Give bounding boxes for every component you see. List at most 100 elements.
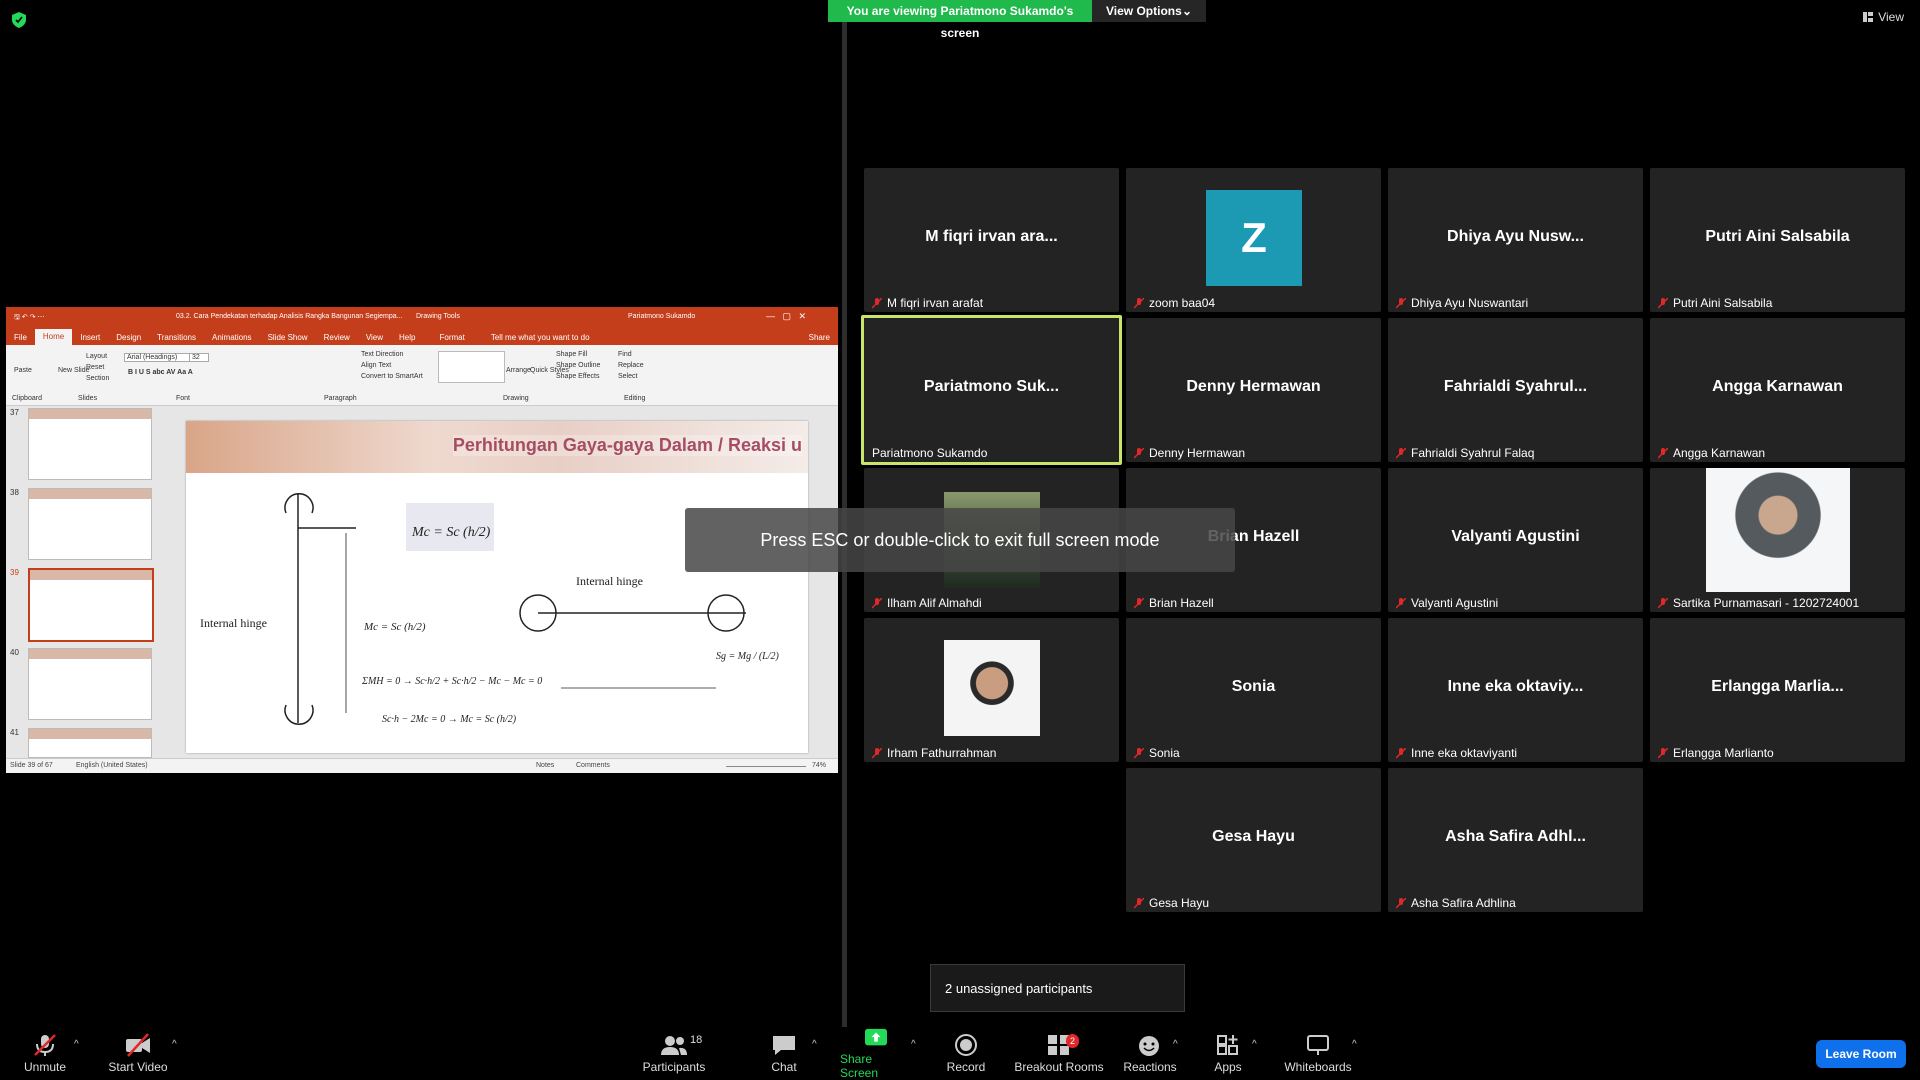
participant-name-label: M fiqri irvan arafat: [872, 296, 983, 310]
layout-button[interactable]: Layout: [86, 353, 107, 360]
participant-tile[interactable]: Inne eka oktaviy... Inne eka oktaviyanti: [1388, 618, 1643, 762]
find-button[interactable]: Find: [618, 351, 632, 358]
font-size-select[interactable]: 32: [189, 353, 209, 362]
participant-display-name: Denny Hermawan: [1186, 378, 1321, 395]
tab-insert[interactable]: Insert: [72, 333, 108, 342]
tab-view[interactable]: View: [358, 333, 391, 342]
whiteboards-button[interactable]: Whiteboards: [1284, 1027, 1352, 1080]
slide-title[interactable]: Perhitungan Gaya-gaya Dalam / Reaksi u: [452, 435, 802, 456]
tab-transitions[interactable]: Transitions: [149, 333, 204, 342]
font-select[interactable]: Arial (Headings): [124, 353, 191, 362]
chevron-up-icon[interactable]: ^: [911, 1039, 916, 1050]
tab-slide-show[interactable]: Slide Show: [260, 333, 316, 342]
tab-home[interactable]: Home: [34, 329, 73, 345]
leave-room-button[interactable]: Leave Room: [1816, 1040, 1906, 1068]
chevron-up-icon[interactable]: ^: [812, 1039, 817, 1050]
text-direction-button[interactable]: Text Direction: [361, 351, 403, 358]
window-controls[interactable]: — ▢ ✕: [766, 311, 806, 322]
participant-tile[interactable]: Putri Aini Salsabila Putri Aini Salsabila: [1650, 168, 1905, 312]
participant-name: zoom baa04: [1149, 296, 1216, 310]
unassigned-participants-popup[interactable]: 2 unassigned participants: [930, 964, 1185, 1012]
notes-button[interactable]: Notes: [536, 762, 554, 769]
tab-review[interactable]: Review: [316, 333, 358, 342]
zoom-slider[interactable]: [726, 766, 806, 767]
shape-fill-button[interactable]: Shape Fill: [556, 351, 587, 358]
mic-muted-icon: [1134, 447, 1144, 459]
tell-me-box[interactable]: Tell me what you want to do: [483, 333, 598, 342]
ppt-ribbon: Paste New Slide Layout Reset Section Ari…: [6, 345, 838, 406]
reactions-button[interactable]: Reactions: [1123, 1027, 1177, 1080]
participant-tile[interactable]: Angga Karnawan Angga Karnawan: [1650, 318, 1905, 462]
participant-tile[interactable]: M fiqri irvan ara... M fiqri irvan arafat: [864, 168, 1119, 312]
reset-button[interactable]: Reset: [86, 364, 104, 371]
tab-design[interactable]: Design: [108, 333, 149, 342]
shield-icon[interactable]: [12, 12, 26, 28]
slide-thumbnail[interactable]: [28, 728, 152, 758]
tab-file[interactable]: File: [6, 333, 35, 342]
format-buttons[interactable]: B I U S abc AV Aa A: [128, 369, 193, 376]
arrange-button[interactable]: Arrange: [506, 367, 531, 374]
participant-tile[interactable]: Zzoom baa04: [1126, 168, 1381, 312]
start-video-button[interactable]: Start Video: [106, 1027, 170, 1080]
shapes-gallery[interactable]: [438, 351, 505, 383]
participant-tile[interactable]: Irham Fathurrahman: [864, 618, 1119, 762]
chevron-up-icon[interactable]: ^: [1252, 1039, 1257, 1050]
apps-icon: [1217, 1035, 1238, 1055]
group-paragraph: Paragraph: [324, 395, 357, 402]
breakout-rooms-button[interactable]: Breakout Rooms: [1014, 1027, 1104, 1080]
participant-tile[interactable]: Sonia Sonia: [1126, 618, 1381, 762]
chevron-up-icon[interactable]: ^: [74, 1039, 79, 1050]
participant-tile[interactable]: Denny Hermawan Denny Hermawan: [1126, 318, 1381, 462]
view-options-button[interactable]: View Options ⌄: [1092, 0, 1206, 22]
chevron-up-icon[interactable]: ^: [1173, 1039, 1178, 1050]
shape-outline-button[interactable]: Shape Outline: [556, 362, 600, 369]
shape-effects-button[interactable]: Shape Effects: [556, 373, 599, 380]
align-text-button[interactable]: Align Text: [361, 362, 391, 369]
paste-button[interactable]: Paste: [14, 367, 32, 374]
slide-thumbnail[interactable]: [28, 648, 152, 720]
share-button[interactable]: Share: [801, 333, 838, 342]
whiteboard-icon: [1307, 1035, 1329, 1055]
chevron-up-icon[interactable]: ^: [172, 1039, 177, 1050]
tab-help[interactable]: Help: [391, 333, 423, 342]
participant-tile[interactable]: Dhiya Ayu Nusw... Dhiya Ayu Nuswantari: [1388, 168, 1643, 312]
apps-button[interactable]: Apps: [1210, 1027, 1246, 1080]
record-button[interactable]: Record: [944, 1027, 988, 1080]
tab-animations[interactable]: Animations: [204, 333, 260, 342]
participant-tile[interactable]: Valyanti Agustini Valyanti Agustini: [1388, 468, 1643, 612]
unmute-button[interactable]: Unmute: [20, 1027, 70, 1080]
zoom-level[interactable]: 74%: [812, 762, 826, 769]
participant-name: Angga Karnawan: [1673, 446, 1766, 460]
slide-number: 41: [10, 728, 19, 737]
participant-tile[interactable]: Fahrialdi Syahrul... Fahrialdi Syahrul Fa…: [1388, 318, 1643, 462]
participant-name: Pariatmono Sukamdo: [872, 446, 988, 460]
equation-3: ΣMH = 0 → Sc·h/2 + Sc·h/2 − Mc − Mc = 0: [362, 676, 543, 687]
view-button[interactable]: View: [1863, 10, 1904, 24]
section-button[interactable]: Section: [86, 375, 109, 382]
new-slide-button[interactable]: New Slide: [58, 367, 90, 374]
slide-canvas[interactable]: Perhitungan Gaya-gaya Dalam / Reaksi u M…: [186, 421, 808, 753]
chevron-up-icon[interactable]: ^: [1352, 1039, 1357, 1050]
tab-format[interactable]: Format: [431, 333, 472, 342]
replace-button[interactable]: Replace: [618, 362, 644, 369]
participant-tile[interactable]: Asha Safira Adhl... Asha Safira Adhlina: [1388, 768, 1643, 912]
language-indicator[interactable]: English (United States): [76, 762, 148, 769]
slide-thumbnail[interactable]: [28, 408, 152, 480]
slide-thumbnail-selected[interactable]: [28, 568, 154, 642]
comments-button[interactable]: Comments: [576, 762, 610, 769]
chat-button[interactable]: Chat: [766, 1027, 802, 1080]
participant-tile[interactable]: Gesa Hayu Gesa Hayu: [1126, 768, 1381, 912]
participant-name-label: Valyanti Agustini: [1396, 596, 1498, 610]
quick-access-icons[interactable]: 🖫 ↶ ↷ ⋯: [14, 313, 45, 324]
mic-muted-icon: [1396, 597, 1406, 609]
participant-tile[interactable]: Sartika Purnamasari - 1202724001: [1650, 468, 1905, 612]
breakout-rooms-badge: 2: [1066, 1034, 1080, 1048]
participant-tile[interactable]: Pariatmono Suk... Pariatmono Sukamdo: [861, 315, 1122, 465]
mic-muted-icon: [872, 747, 882, 759]
select-button[interactable]: Select: [618, 373, 637, 380]
slide-thumbnail[interactable]: [28, 488, 152, 560]
participant-name: Valyanti Agustini: [1411, 596, 1499, 610]
share-screen-button[interactable]: Share Screen: [840, 1027, 912, 1080]
participant-tile[interactable]: Erlangga Marlia... Erlangga Marlianto: [1650, 618, 1905, 762]
convert-smartart-button[interactable]: Convert to SmartArt: [361, 373, 423, 380]
